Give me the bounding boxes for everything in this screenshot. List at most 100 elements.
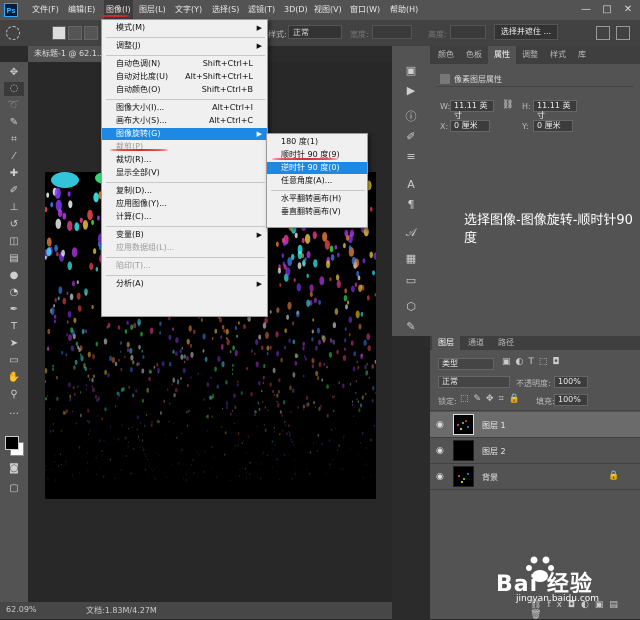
tool-presets-icon[interactable]: ✐ (402, 128, 420, 146)
eye-icon[interactable]: ◉ (436, 472, 444, 482)
tab-swatches[interactable]: 色板 (460, 46, 488, 64)
layer-row-background[interactable]: ◉ 背景 🔒 (430, 464, 640, 490)
character-icon[interactable]: A (402, 176, 420, 194)
3d-icon[interactable]: ⬡ (402, 298, 420, 316)
menu-item[interactable]: 水平翻转画布(H) (267, 193, 367, 205)
link-icon[interactable]: ⛓ (502, 100, 514, 112)
info-icon[interactable]: ⓘ (402, 108, 420, 126)
menu-item[interactable]: 自动对比度(U) Alt+Shift+Ctrl+L (102, 71, 267, 83)
menu-item[interactable]: 180 度(1) (267, 136, 367, 148)
x-field[interactable]: 0 厘米 (450, 120, 490, 132)
actions-play-icon[interactable]: ▶ (402, 82, 420, 100)
rectangle-tool-icon[interactable]: ▭ (4, 354, 24, 368)
lock-icons[interactable]: ⬚✎✥⌗🔒 (460, 394, 525, 404)
height-input[interactable] (450, 25, 486, 39)
menu-layer[interactable]: 图层(L) (139, 0, 166, 20)
timeline-icon[interactable]: ▭ (402, 272, 420, 290)
layer-name[interactable]: 图层 1 (482, 420, 506, 431)
tab-paths[interactable]: 路径 (492, 336, 520, 350)
menu-3d[interactable]: 3D(D) (284, 0, 308, 20)
move-tool-icon[interactable]: ✥ (4, 66, 24, 80)
close-icon[interactable]: ✕ (618, 0, 638, 20)
eraser-tool-icon[interactable]: ◫ (4, 235, 24, 249)
swatches-grid-icon[interactable]: ▦ (402, 250, 420, 268)
menu-item[interactable]: 陷印(T)... (102, 260, 267, 272)
blend-mode-select[interactable]: 正常 (438, 376, 510, 388)
tab-channels[interactable]: 通道 (462, 336, 490, 350)
menu-select[interactable]: 选择(S) (212, 0, 239, 20)
new-selection-icon[interactable] (52, 26, 66, 40)
w-field[interactable]: 11.11 英寸 (450, 100, 494, 120)
fill-field[interactable]: 100% (554, 394, 588, 406)
menu-help[interactable]: 帮助(H) (390, 0, 418, 20)
zoom-tool-icon[interactable]: ⚲ (4, 388, 24, 402)
subtract-selection-icon[interactable] (84, 26, 98, 40)
menu-item[interactable]: 裁切(R)... (102, 154, 267, 166)
dodge-tool-icon[interactable]: ◔ (4, 286, 24, 300)
menu-item[interactable]: 垂直翻转画布(V) (267, 206, 367, 218)
hand-tool-icon[interactable]: ✋ (4, 371, 24, 385)
tab-styles[interactable]: 样式 (544, 46, 572, 64)
photoshop-logo[interactable]: Ps (4, 3, 18, 17)
menu-window[interactable]: 窗口(W) (350, 0, 380, 20)
clone-stamp-icon[interactable]: ⊥ (4, 201, 24, 215)
screen-mode-icon[interactable]: ▢ (4, 482, 24, 496)
share-icon[interactable] (616, 26, 630, 40)
menu-type[interactable]: 文字(Y) (175, 0, 202, 20)
lasso-tool-icon[interactable]: ➰ (4, 99, 24, 113)
style-select[interactable]: 正常 (288, 25, 342, 39)
type-tool-icon[interactable]: T (4, 320, 24, 334)
select-and-mask-button[interactable]: 选择并遮住 ... (494, 24, 558, 40)
opacity-field[interactable]: 100% (554, 376, 588, 388)
history-icon[interactable]: ▣ (402, 62, 420, 80)
zoom-level[interactable]: 62.09% (6, 605, 37, 614)
maximize-icon[interactable]: □ (597, 0, 617, 20)
add-selection-icon[interactable] (68, 26, 82, 40)
menu-filter[interactable]: 滤镜(T) (248, 0, 275, 20)
more-tools-icon[interactable]: … (4, 405, 24, 419)
layer-name[interactable]: 背景 (482, 472, 498, 483)
history-brush-icon[interactable]: ↺ (4, 218, 24, 232)
eye-icon[interactable]: ◉ (436, 420, 444, 430)
menu-item[interactable]: 显示全部(V) (102, 167, 267, 179)
elliptical-marquee-icon[interactable] (6, 26, 20, 40)
menu-item[interactable]: 计算(C)... (102, 211, 267, 223)
layer-row-layer1[interactable]: ◉ 图层 1 (430, 412, 640, 438)
menu-item[interactable]: 模式(M) ▶ (102, 22, 267, 34)
document-info[interactable]: 文档:1.83M/4.27M (86, 605, 157, 616)
menu-item[interactable]: 应用图像(Y)... (102, 198, 267, 210)
menu-item[interactable]: 复制(D)... (102, 185, 267, 197)
brush-tool-icon[interactable]: ✐ (4, 184, 24, 198)
pen-tool-icon[interactable]: ✒ (4, 303, 24, 317)
menu-image[interactable]: 图像(I) (104, 0, 133, 20)
layer-name[interactable]: 图层 2 (482, 446, 506, 457)
healing-brush-icon[interactable]: ✚ (4, 167, 24, 181)
tab-libraries[interactable]: 库 (572, 46, 592, 64)
menu-item[interactable]: 裁剪(P) (102, 141, 267, 153)
menu-item[interactable]: 自动颜色(O) Shift+Ctrl+B (102, 84, 267, 96)
layer-filter-icons[interactable]: ▣◐T⬚◘ (502, 357, 564, 367)
minimize-icon[interactable]: — (576, 0, 596, 20)
menu-item[interactable]: 逆时针 90 度(0) (267, 162, 367, 174)
menu-item[interactable]: 图像大小(I)... Alt+Ctrl+I (102, 102, 267, 114)
foreground-color-swatch[interactable] (5, 436, 19, 450)
menu-item[interactable]: 分析(A) ▶ (102, 278, 267, 290)
y-field[interactable]: 0 厘米 (533, 120, 573, 132)
glyphs-icon[interactable]: 𝒜 (402, 224, 420, 242)
menu-item[interactable]: 任意角度(A)... (267, 175, 367, 187)
tab-properties[interactable]: 属性 (488, 46, 516, 64)
layer-kind-filter[interactable]: 类型 (438, 358, 494, 370)
menu-item[interactable]: 画布大小(S)... Alt+Ctrl+C (102, 115, 267, 127)
tab-color[interactable]: 颜色 (432, 46, 460, 64)
menu-edit[interactable]: 编辑(E) (68, 0, 95, 20)
marquee-tool-icon[interactable]: ◌ (4, 82, 24, 96)
eye-icon[interactable]: ◉ (436, 446, 444, 456)
crop-tool-icon[interactable]: ⌗ (4, 133, 24, 147)
quick-mask-icon[interactable]: ◙ (4, 462, 24, 476)
eyedropper-tool-icon[interactable]: ⁄ (4, 150, 24, 164)
h-field[interactable]: 11.11 英寸 (533, 100, 577, 120)
menu-file[interactable]: 文件(F) (32, 0, 59, 20)
workspace-icon[interactable] (596, 26, 610, 40)
tab-layers[interactable]: 图层 (432, 336, 460, 350)
path-select-icon[interactable]: ➤ (4, 337, 24, 351)
